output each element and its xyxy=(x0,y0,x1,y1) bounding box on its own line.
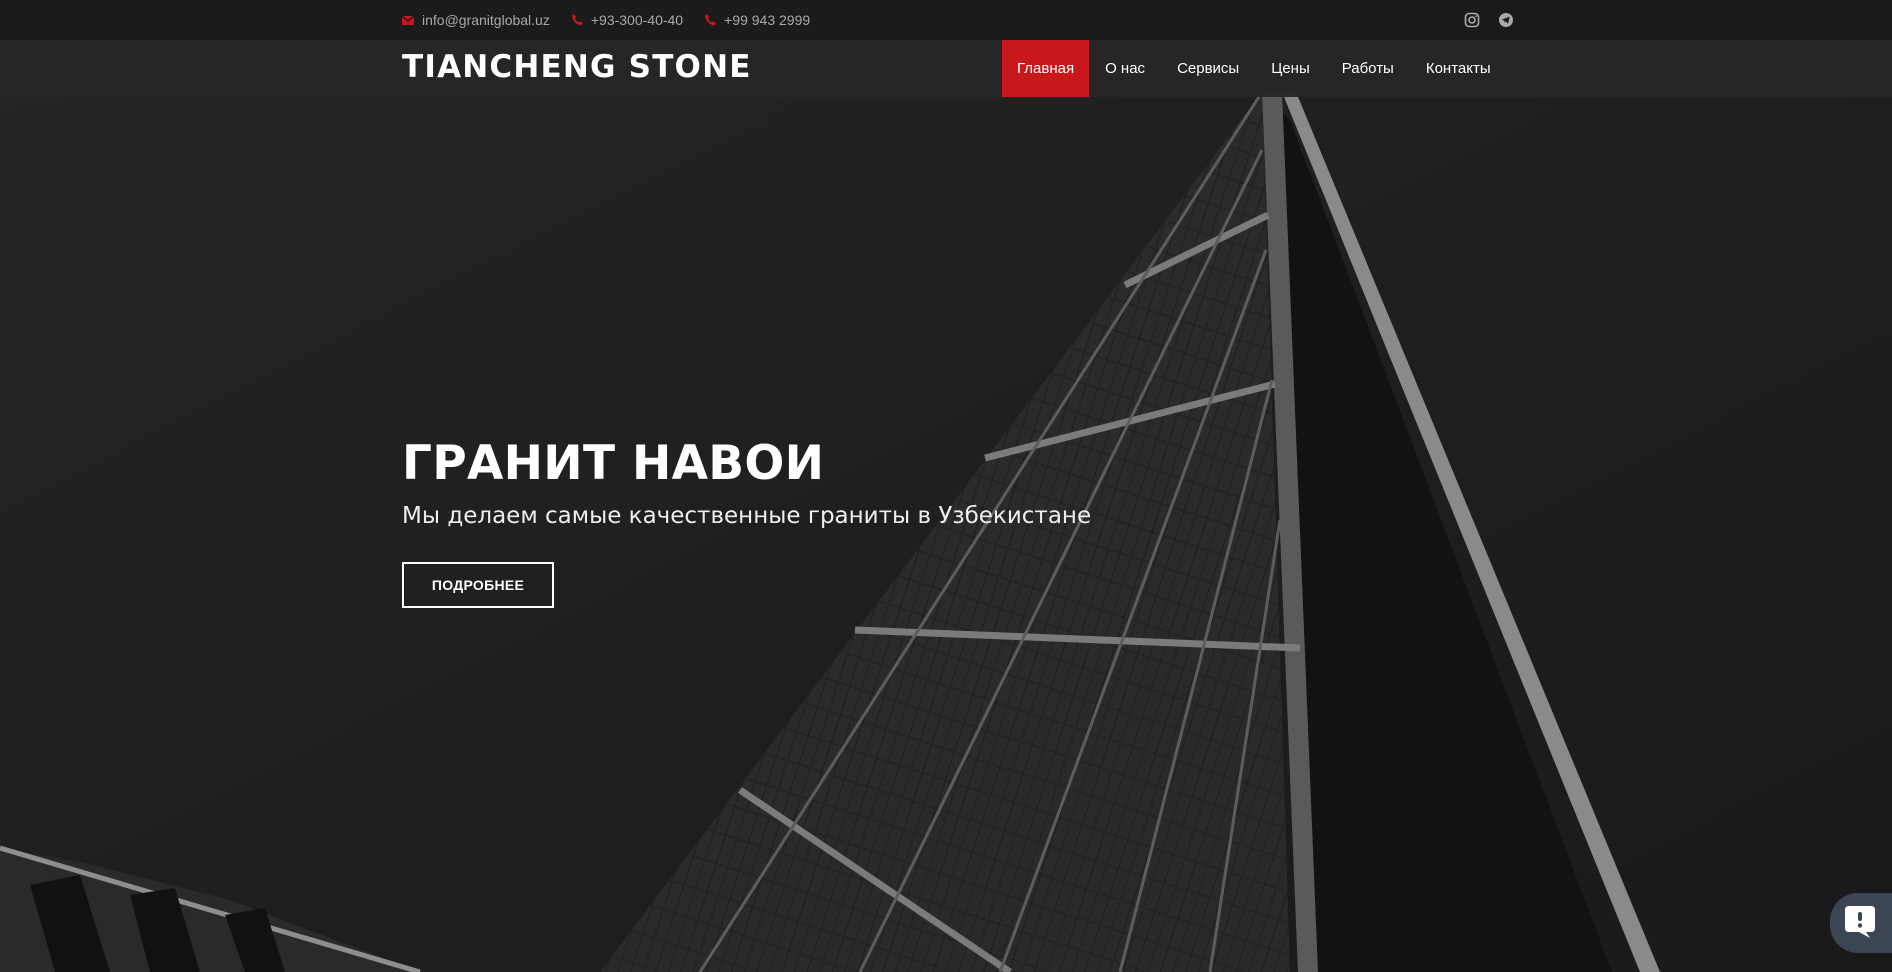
nav-item-works[interactable]: Работы xyxy=(1326,40,1410,97)
main-menu: Главная О нас Сервисы Цены Работы Контак… xyxy=(1002,40,1507,97)
nav-item-services[interactable]: Сервисы xyxy=(1161,40,1255,97)
phone-icon xyxy=(571,14,583,26)
envelope-icon xyxy=(402,15,414,25)
hero-subtitle: Мы делаем самые качественные граниты в У… xyxy=(402,503,1092,529)
email-text[interactable]: info@granitglobal.uz xyxy=(422,12,550,28)
contact-info: info@granitglobal.uz +93-300-40-40 +99 9… xyxy=(402,0,810,40)
telegram-icon[interactable] xyxy=(1498,12,1514,28)
hero-title: ГРАНИТ НАВОИ xyxy=(402,436,825,491)
phone-icon xyxy=(705,14,717,26)
nav-item-home[interactable]: Главная xyxy=(1002,40,1090,97)
email-contact[interactable]: info@granitglobal.uz xyxy=(402,12,550,28)
top-contact-bar: info@granitglobal.uz +93-300-40-40 +99 9… xyxy=(0,0,1892,40)
instagram-icon[interactable] xyxy=(1464,12,1480,28)
phone-text-2[interactable]: +99 943 2999 xyxy=(724,12,810,28)
phone-contact-2[interactable]: +99 943 2999 xyxy=(705,12,810,28)
nav-item-contacts[interactable]: Контакты xyxy=(1410,40,1507,97)
hero-background-image xyxy=(0,0,1892,972)
phone-contact-1[interactable]: +93-300-40-40 xyxy=(571,12,683,28)
more-details-button[interactable]: ПОДРОБНЕЕ xyxy=(402,562,554,608)
chat-widget-button[interactable] xyxy=(1830,893,1892,953)
main-navbar: TIANCHENG STONE Главная О нас Сервисы Це… xyxy=(0,40,1892,97)
chat-bubble-icon xyxy=(1845,906,1875,938)
phone-text-1[interactable]: +93-300-40-40 xyxy=(591,12,683,28)
site-logo[interactable]: TIANCHENG STONE xyxy=(402,49,752,85)
nav-item-about[interactable]: О нас xyxy=(1089,40,1161,97)
social-links xyxy=(1464,12,1514,28)
nav-item-prices[interactable]: Цены xyxy=(1255,40,1326,97)
